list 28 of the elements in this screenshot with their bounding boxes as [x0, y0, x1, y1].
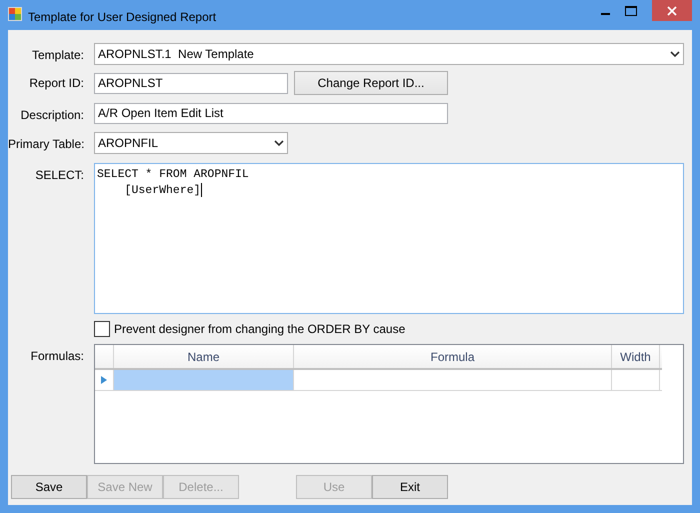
field-label: SELECT: [34, 167, 84, 184]
field-label: Template: [30, 47, 84, 64]
field-label: Description: [20, 107, 84, 124]
checkbox-label: Prevent designer from changing the ORDER BY cause [114, 321, 406, 338]
primary-table-dropdown[interactable]: AROPNFIL [94, 132, 288, 154]
description-field[interactable]: A/R Open Item Edit List [94, 103, 448, 124]
column-header[interactable]: Name [114, 345, 294, 368]
field-label: Primary Table: [8, 136, 84, 153]
grid-cell[interactable] [114, 370, 294, 390]
close-button[interactable] [652, 0, 692, 21]
column-header[interactable]: Formula [294, 345, 612, 368]
action-button[interactable]: Exit [372, 475, 448, 499]
action-button[interactable]: Save [11, 475, 87, 499]
field-label: Formulas: [30, 348, 84, 365]
sql-editor[interactable]: SELECT * FROM AROPNFIL [UserWhere] [94, 163, 684, 314]
maximize-icon [625, 6, 637, 16]
field-label: Report ID: [28, 75, 84, 92]
checkbox[interactable] [94, 321, 110, 337]
report-id-field[interactable]: AROPNLST [94, 73, 288, 94]
column-header[interactable]: Width [612, 345, 660, 368]
formulas-grid[interactable]: Name Formula Width [94, 344, 684, 464]
change-report-id-button[interactable]: Change Report ID... [294, 71, 448, 95]
app-icon [8, 7, 22, 21]
minimize-icon [600, 13, 610, 15]
template-dropdown[interactable]: AROPNLST.1 New Template [94, 43, 684, 65]
window-title: Template for User Designed Report [28, 9, 216, 26]
close-icon [667, 6, 677, 16]
text-cursor [200, 183, 202, 197]
